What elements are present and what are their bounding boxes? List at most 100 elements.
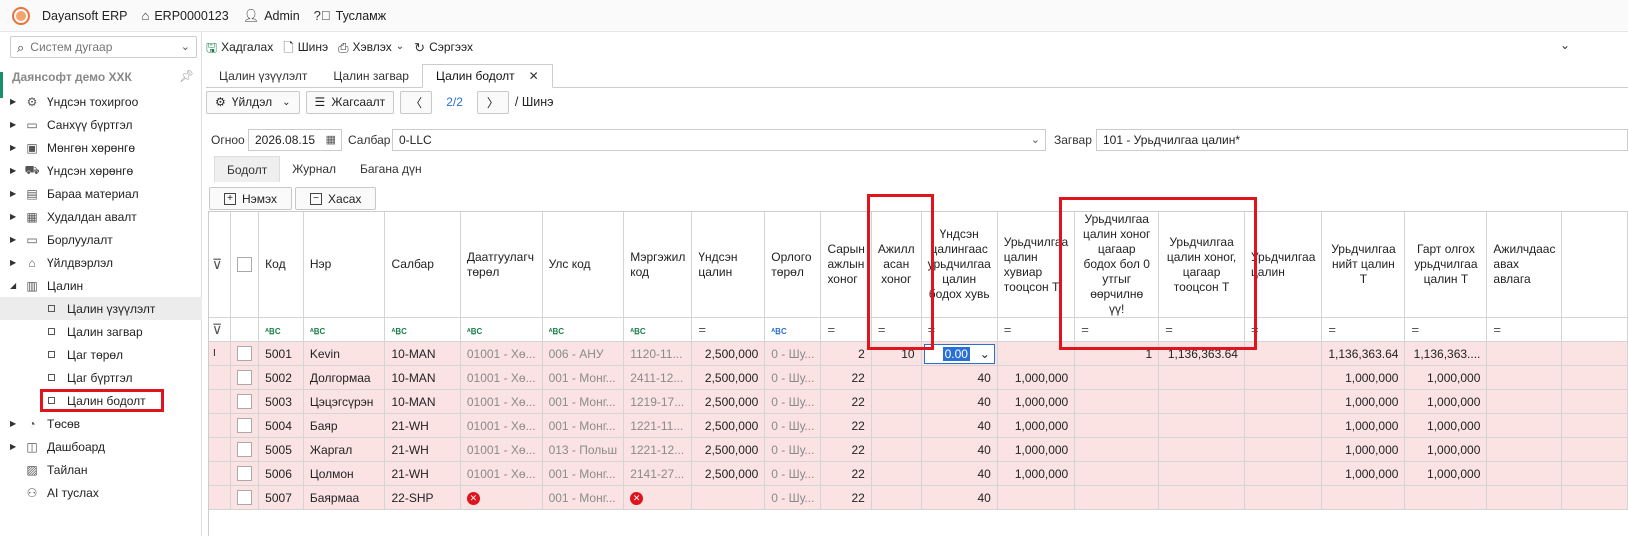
cell-day-amt[interactable] bbox=[1158, 413, 1245, 438]
chevron-down-icon[interactable]: ⌄ bbox=[181, 40, 190, 53]
cell-month-days[interactable]: 22 bbox=[820, 365, 872, 390]
close-icon[interactable]: ✕ bbox=[529, 69, 539, 83]
tab-calculation[interactable]: Бодолт bbox=[214, 156, 281, 182]
nav-subitem-payroll-calculation[interactable]: Цалин бодолт bbox=[40, 389, 164, 412]
row-select-cell[interactable] bbox=[230, 437, 260, 462]
cell-base[interactable]: 2,500,000 bbox=[691, 437, 766, 462]
cell-adv[interactable] bbox=[1244, 341, 1323, 366]
chevron-down-icon[interactable]: ⌄ bbox=[1560, 38, 1570, 52]
percent-editor[interactable]: 0.00 ⌄ bbox=[923, 343, 995, 364]
col-header[interactable]: Урьдчилгаа нийт цалин Т bbox=[1321, 212, 1406, 318]
expand-arrow-icon[interactable]: ▶ bbox=[10, 419, 24, 428]
pin-icon[interactable]: 📌︎ bbox=[179, 69, 194, 83]
cell-code[interactable]: 5005 bbox=[258, 437, 304, 462]
cell-net[interactable]: 1,136,363.... bbox=[1404, 341, 1488, 366]
tab-payroll-calculation[interactable]: Цалин бодолт ✕ bbox=[421, 64, 553, 88]
col-header[interactable]: Урьдчилгаа цалин хувиар тооцсон Т bbox=[997, 212, 1076, 318]
equals-filter[interactable]: = bbox=[1074, 317, 1160, 342]
row-checkbox[interactable] bbox=[236, 466, 252, 482]
cell-day-amt[interactable] bbox=[1158, 365, 1245, 390]
add-row-button[interactable]: + Нэмэх bbox=[209, 187, 293, 210]
cell-pct[interactable]: 40 bbox=[921, 485, 998, 510]
col-header[interactable]: Урьдчилгаа цалин bbox=[1244, 212, 1323, 318]
nav-item-settings[interactable]: ▶ ⚙ Үндсэн тохиргоо bbox=[0, 90, 202, 113]
row-checkbox[interactable] bbox=[236, 394, 252, 410]
expand-arrow-icon[interactable]: ▶ bbox=[10, 166, 24, 175]
cell-income[interactable]: 0 - Шу... bbox=[764, 437, 822, 462]
cell-worked[interactable] bbox=[871, 461, 922, 486]
template-select[interactable]: 101 - Урьдчилгаа цалин* bbox=[1096, 129, 1628, 151]
row-select-cell[interactable] bbox=[230, 485, 260, 510]
table-row[interactable]: 5002 Долгормаа 10-MAN 01001 - Хө... 001 - Мо… bbox=[209, 365, 1628, 390]
expand-arrow-icon[interactable]: ▶ bbox=[10, 442, 24, 451]
previous-button[interactable]: 〈 bbox=[400, 90, 433, 114]
table-row[interactable]: 5007 Баярмаа 22-SHP ✕ 001 - Монг... ✕ 0 - Шу..… bbox=[209, 485, 1628, 510]
expand-arrow-icon[interactable]: ▶ bbox=[10, 97, 24, 106]
cell-day-amt[interactable] bbox=[1158, 485, 1245, 510]
col-header[interactable]: Даатгуулагч төрөл bbox=[460, 212, 543, 318]
cell-pct[interactable]: 40 bbox=[921, 413, 998, 438]
cell-name[interactable]: Kevin bbox=[303, 341, 386, 366]
cell-code[interactable]: 5002 bbox=[258, 365, 304, 390]
cell-recv[interactable] bbox=[1486, 485, 1563, 510]
expand-arrow-icon[interactable]: ▶ bbox=[10, 189, 24, 198]
table-row[interactable]: I 5001 Kevin 10-MAN 01001 - Хө... 006 - АНУ 11… bbox=[209, 341, 1628, 366]
tab-payroll-indicators[interactable]: Цалин үзүүлэлт bbox=[206, 64, 320, 88]
cell-worked[interactable] bbox=[871, 485, 922, 510]
nav-subitem-time-type[interactable]: Цаг төрөл bbox=[0, 343, 202, 366]
chevron-down-icon[interactable]: ⌄ bbox=[980, 347, 990, 361]
nav-item-sales[interactable]: ▶ ▭ Борлуулалт bbox=[0, 228, 202, 251]
col-header[interactable]: Урьдчилгаа цалин хоног, цагаар тооцсон Т bbox=[1158, 212, 1245, 318]
cell-branch[interactable]: 22-SHP bbox=[384, 485, 461, 510]
company-code-button[interactable]: ⌂ ERP0000123 bbox=[141, 9, 228, 23]
cell-base[interactable] bbox=[691, 485, 766, 510]
cell-recv[interactable] bbox=[1486, 365, 1563, 390]
tab-journal[interactable]: Журнал bbox=[280, 156, 348, 182]
cell-country[interactable]: 001 - Монг... bbox=[542, 461, 625, 486]
text-filter[interactable]: ᴬB̲C bbox=[303, 317, 386, 342]
cell-total[interactable] bbox=[1321, 485, 1406, 510]
cell-day-amt[interactable] bbox=[1158, 389, 1245, 414]
operation-dropdown[interactable]: ⚙ Үйлдэл ⌄ bbox=[206, 90, 300, 114]
cell-income[interactable]: 0 - Шу... bbox=[764, 413, 822, 438]
cell-ins[interactable]: 01001 - Хө... bbox=[460, 461, 543, 486]
cell-name[interactable]: Жаргал bbox=[303, 437, 386, 462]
nav-item-reports[interactable]: ▨ Тайлан bbox=[0, 458, 202, 481]
col-header[interactable]: Гарт олгох урьдчилгаа цалин Т bbox=[1404, 212, 1488, 318]
cell-name[interactable]: Цэцэгсүрэн bbox=[303, 389, 386, 414]
tab-column-totals[interactable]: Багана дүн bbox=[348, 156, 434, 182]
cell-base[interactable]: 2,500,000 bbox=[691, 389, 766, 414]
list-button[interactable]: ☰ Жагсаалт bbox=[305, 90, 395, 114]
equals-filter[interactable]: = bbox=[1158, 317, 1245, 342]
cell-adv[interactable] bbox=[1244, 437, 1323, 462]
cell-branch[interactable]: 21-WH bbox=[384, 413, 461, 438]
cell-branch[interactable]: 10-MAN bbox=[384, 365, 461, 390]
text-filter[interactable]: ᴬB̲C bbox=[623, 317, 693, 342]
cell-pct-amt[interactable]: 1,000,000 bbox=[997, 365, 1076, 390]
cell-prof[interactable]: 2141-27... bbox=[623, 461, 693, 486]
cell-flag[interactable] bbox=[1074, 413, 1160, 438]
cell-day-amt[interactable]: 1,136,363.64 bbox=[1158, 341, 1245, 366]
cell-total[interactable]: 1,000,000 bbox=[1321, 461, 1406, 486]
table-row[interactable]: 5006 Цолмон 21-WH 01001 - Хө... 001 - Монг..… bbox=[209, 461, 1628, 486]
nav-item-ai-assistant[interactable]: ⚇ AI туслах bbox=[0, 481, 202, 504]
nav-item-fixed-assets[interactable]: ▶ ⛟ Үндсэн хөрөнгө bbox=[0, 159, 202, 182]
expand-arrow-icon[interactable]: ▶ bbox=[10, 235, 24, 244]
cell-prof[interactable]: 1219-17... bbox=[623, 389, 693, 414]
row-checkbox[interactable] bbox=[236, 370, 252, 386]
cell-code[interactable]: 5006 bbox=[258, 461, 304, 486]
cell-prof[interactable]: ✕ bbox=[623, 485, 693, 510]
cell-pct[interactable]: 40 bbox=[921, 365, 998, 390]
cell-total[interactable]: 1,136,363.64 bbox=[1321, 341, 1406, 366]
cell-prof[interactable]: 1221-12... bbox=[623, 437, 693, 462]
new-button[interactable]: 🗋︎ Шинэ bbox=[283, 40, 328, 54]
cell-total[interactable]: 1,000,000 bbox=[1321, 365, 1406, 390]
cell-branch[interactable]: 10-MAN bbox=[384, 389, 461, 414]
row-checkbox[interactable] bbox=[236, 442, 252, 458]
cell-month-days[interactable]: 22 bbox=[820, 413, 872, 438]
cell-flag[interactable] bbox=[1074, 485, 1160, 510]
chevron-down-icon[interactable]: ⌄ bbox=[1031, 133, 1040, 146]
cell-ins[interactable]: 01001 - Хө... bbox=[460, 437, 543, 462]
cell-worked[interactable] bbox=[871, 437, 922, 462]
cell-recv[interactable] bbox=[1486, 413, 1563, 438]
